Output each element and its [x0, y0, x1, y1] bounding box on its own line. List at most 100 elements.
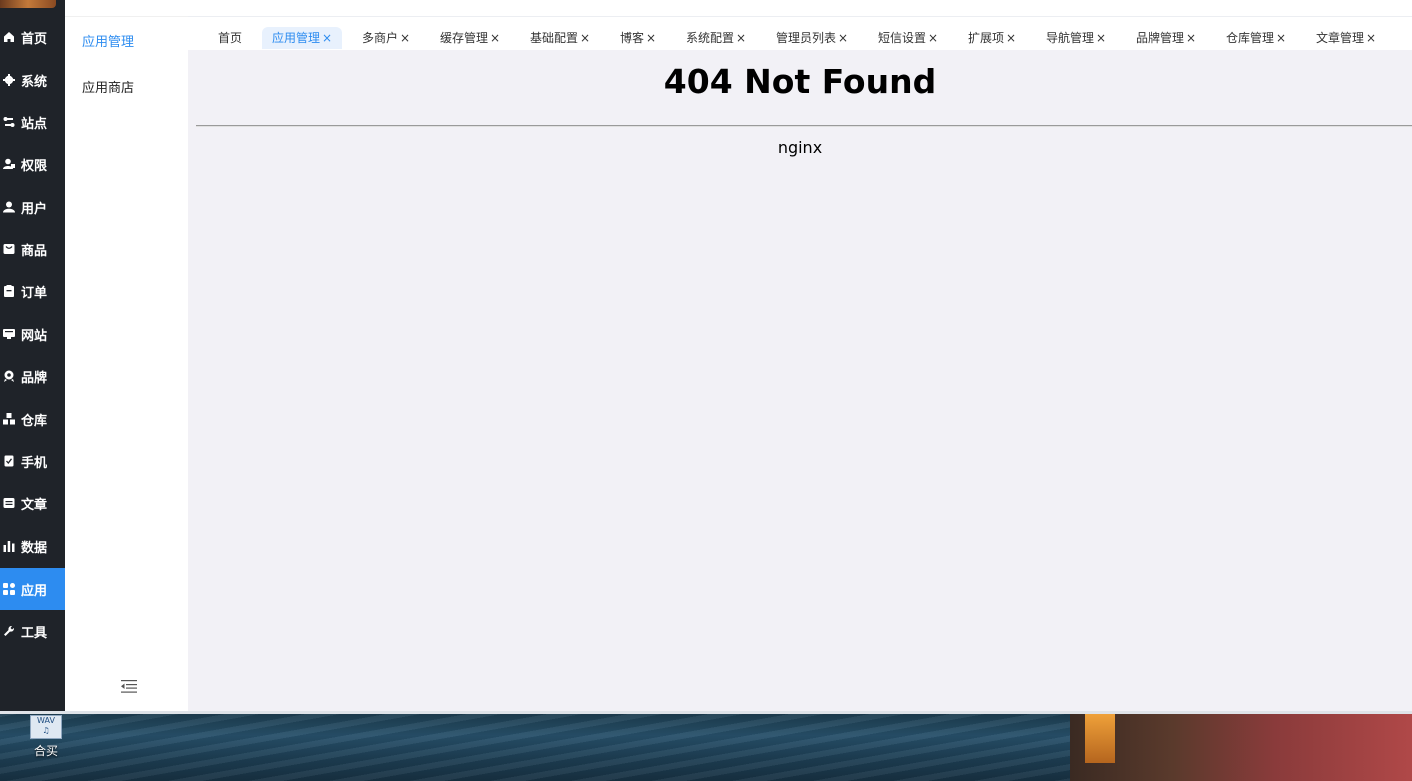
- rail-item-label: 网站: [21, 328, 48, 344]
- rail-item-label: 应用: [21, 583, 48, 599]
- submenu-item-app-store[interactable]: 应用商店: [82, 77, 134, 96]
- article-icon: [3, 497, 15, 509]
- menu-collapse-icon[interactable]: [120, 678, 138, 694]
- rail-item-label: 仓库: [21, 413, 48, 429]
- rail-item-user[interactable]: 用户: [0, 186, 65, 228]
- rail-item-label: 工具: [21, 625, 48, 641]
- home-icon: [3, 31, 15, 43]
- rail-item-label: 数据: [21, 540, 48, 556]
- tab-article-management[interactable]: 文章管理 ×: [1316, 27, 1376, 49]
- rail-item-label: 站点: [21, 116, 48, 132]
- chart-icon: [3, 540, 15, 552]
- close-icon[interactable]: ×: [646, 31, 656, 45]
- sub-menu: 应用管理 应用商店: [65, 0, 189, 711]
- tab-brand-management[interactable]: 品牌管理 ×: [1136, 27, 1196, 49]
- rail-item-goods[interactable]: 商品: [0, 228, 65, 270]
- tab-admin-list[interactable]: 管理员列表 ×: [776, 27, 848, 49]
- top-header: [188, 0, 1412, 17]
- rail-item-apps[interactable]: 应用: [0, 568, 65, 610]
- rail-item-label: 文章: [21, 497, 48, 513]
- tab-label: 博客: [620, 31, 645, 45]
- desktop-file-icon[interactable]: WAV ♫ 合买: [28, 715, 64, 759]
- rail-item-label: 订单: [21, 285, 48, 301]
- mobile-icon: [3, 455, 15, 467]
- permission-icon: [3, 158, 15, 170]
- user-icon: [3, 201, 15, 213]
- gear-icon: [3, 74, 15, 86]
- audio-file-icon: WAV ♫: [30, 715, 62, 739]
- wrench-icon: [3, 625, 15, 637]
- tab-blog[interactable]: 博客 ×: [620, 27, 656, 49]
- tab-label: 系统配置: [686, 31, 735, 45]
- rail-item-article[interactable]: 文章: [0, 482, 65, 524]
- close-icon[interactable]: ×: [1186, 31, 1196, 45]
- tab-extensions[interactable]: 扩展项 ×: [968, 27, 1016, 49]
- rail-item-mobile[interactable]: 手机: [0, 440, 65, 482]
- close-icon[interactable]: ×: [322, 31, 332, 45]
- window-bottom-edge: [0, 711, 1412, 714]
- tab-basic-config[interactable]: 基础配置 ×: [530, 27, 590, 49]
- close-icon[interactable]: ×: [838, 31, 848, 45]
- content-frame: 404 Not Found nginx: [188, 50, 1412, 711]
- rail-item-label: 手机: [21, 455, 48, 471]
- close-icon[interactable]: ×: [490, 31, 500, 45]
- tab-sms-settings[interactable]: 短信设置 ×: [878, 27, 938, 49]
- tab-warehouse-management[interactable]: 仓库管理 ×: [1226, 27, 1286, 49]
- error-title: 404 Not Found: [663, 62, 937, 101]
- close-icon[interactable]: ×: [1096, 31, 1106, 45]
- wallpaper-building: [1070, 711, 1412, 781]
- tab-label: 多商户: [362, 31, 399, 45]
- rail-item-website[interactable]: 网站: [0, 313, 65, 355]
- tab-label: 仓库管理: [1226, 31, 1275, 45]
- brand-logo[interactable]: [0, 0, 56, 8]
- main-nav-rail: 首页 系统 站点 权限 用户 商品 订单 网站 品牌 仓库 手机 文章 数据 应…: [0, 0, 65, 711]
- rail-item-label: 系统: [21, 74, 48, 90]
- rail-item-permission[interactable]: 权限: [0, 143, 65, 185]
- tab-bar: 首页 应用管理 × 多商户 × 缓存管理 × 基础配置 × 博客 × 系统配置 × 管理员列…: [188, 17, 1412, 50]
- tab-label: 品牌管理: [1136, 31, 1185, 45]
- rail-item-site[interactable]: 站点: [0, 101, 65, 143]
- rail-item-data[interactable]: 数据: [0, 525, 65, 567]
- brand-icon: [3, 370, 15, 382]
- rail-item-brand[interactable]: 品牌: [0, 355, 65, 397]
- tab-label: 扩展项: [968, 31, 1005, 45]
- tab-label: 缓存管理: [440, 31, 489, 45]
- desktop-icon-label: 合买: [33, 744, 58, 758]
- warehouse-icon: [3, 413, 15, 425]
- rail-item-warehouse[interactable]: 仓库: [0, 398, 65, 440]
- close-icon[interactable]: ×: [400, 31, 410, 45]
- tab-system-config[interactable]: 系统配置 ×: [686, 27, 746, 49]
- close-icon[interactable]: ×: [736, 31, 746, 45]
- apps-icon: [3, 583, 15, 595]
- submenu-divider: [65, 16, 188, 17]
- rail-item-system[interactable]: 系统: [0, 59, 65, 101]
- rail-item-label: 首页: [21, 31, 48, 47]
- tab-label: 管理员列表: [776, 31, 837, 45]
- tab-app-management[interactable]: 应用管理 ×: [262, 27, 343, 49]
- desktop-wallpaper: [0, 711, 1412, 781]
- close-icon[interactable]: ×: [1366, 31, 1376, 45]
- site-icon: [3, 116, 15, 128]
- rail-item-label: 商品: [21, 243, 48, 259]
- tab-label: 基础配置: [530, 31, 579, 45]
- rail-item-home[interactable]: 首页: [0, 16, 65, 58]
- submenu-item-app-management[interactable]: 应用管理: [82, 31, 134, 50]
- goods-icon: [3, 243, 15, 255]
- close-icon[interactable]: ×: [1276, 31, 1286, 45]
- close-icon[interactable]: ×: [1006, 31, 1016, 45]
- tab-nav-management[interactable]: 导航管理 ×: [1046, 27, 1106, 49]
- wallpaper-window: [1085, 713, 1115, 763]
- tab-cache-management[interactable]: 缓存管理 ×: [440, 27, 500, 49]
- tab-home[interactable]: 首页: [218, 27, 242, 49]
- close-icon[interactable]: ×: [928, 31, 938, 45]
- order-icon: [3, 285, 15, 297]
- tab-label: 应用管理: [272, 31, 321, 45]
- website-icon: [3, 328, 15, 340]
- close-icon[interactable]: ×: [580, 31, 590, 45]
- rail-item-label: 用户: [21, 201, 48, 217]
- rail-item-tools[interactable]: 工具: [0, 610, 65, 652]
- tab-multi-merchant[interactable]: 多商户 ×: [362, 27, 410, 49]
- rail-item-order[interactable]: 订单: [0, 270, 65, 312]
- rail-item-label: 权限: [21, 158, 48, 174]
- rail-item-label: 品牌: [21, 370, 48, 386]
